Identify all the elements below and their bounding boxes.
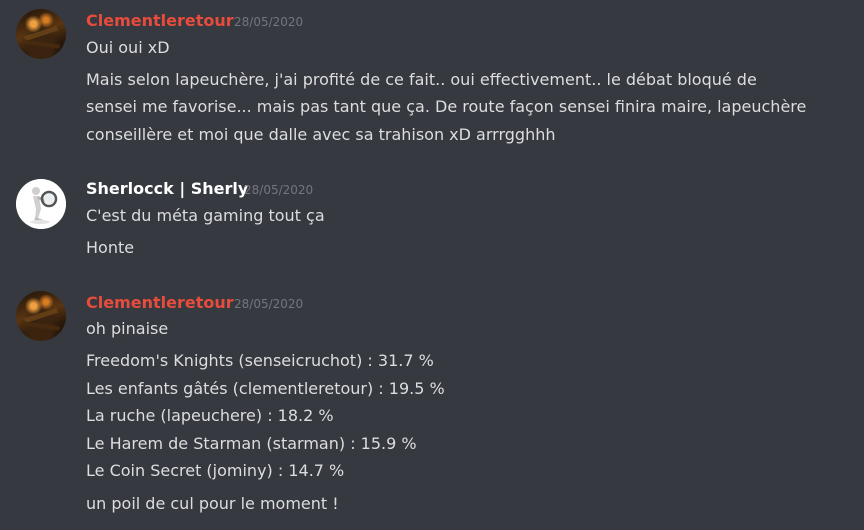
timestamp: 28/05/2020 xyxy=(244,183,314,197)
message-line: Mais selon lapeuchère, j'ai profité de c… xyxy=(86,70,757,89)
chat-messages: Clementleretour 28/05/2020 Oui oui xD Ma… xyxy=(0,0,864,530)
avatar[interactable] xyxy=(16,9,66,59)
message-line: sensei me favorise... mais pas tant que … xyxy=(86,97,807,116)
message-line: Le Coin Secret (jominy) : 14.7 % xyxy=(86,461,345,480)
timestamp: 28/05/2020 xyxy=(234,15,304,29)
message-line: conseillère et moi que dalle avec sa tra… xyxy=(86,125,556,144)
message-line: Les enfants gâtés (clementleretour) : 19… xyxy=(86,379,445,398)
username[interactable]: Clementleretour xyxy=(86,11,234,31)
message-line: Le Harem de Starman (starman) : 15.9 % xyxy=(86,434,417,453)
message-line: C'est du méta gaming tout ça xyxy=(86,206,325,225)
avatar[interactable] xyxy=(16,179,66,229)
timestamp: 28/05/2020 xyxy=(234,297,304,311)
message-line: Freedom's Knights (senseicruchot) : 31.7… xyxy=(86,351,434,370)
message-line: Honte xyxy=(86,238,135,257)
username[interactable]: Clementleretour xyxy=(86,293,234,313)
username[interactable]: Sherlocck | Sherly xyxy=(86,179,248,199)
avatar[interactable] xyxy=(16,291,66,341)
message-line: Oui oui xD xyxy=(86,38,170,57)
message-line: un poil de cul pour le moment ! xyxy=(86,494,339,513)
magnifying-glass-icon xyxy=(16,179,66,229)
message-line: oh pinaise xyxy=(86,319,169,338)
message-line: La ruche (lapeuchere) : 18.2 % xyxy=(86,406,334,425)
